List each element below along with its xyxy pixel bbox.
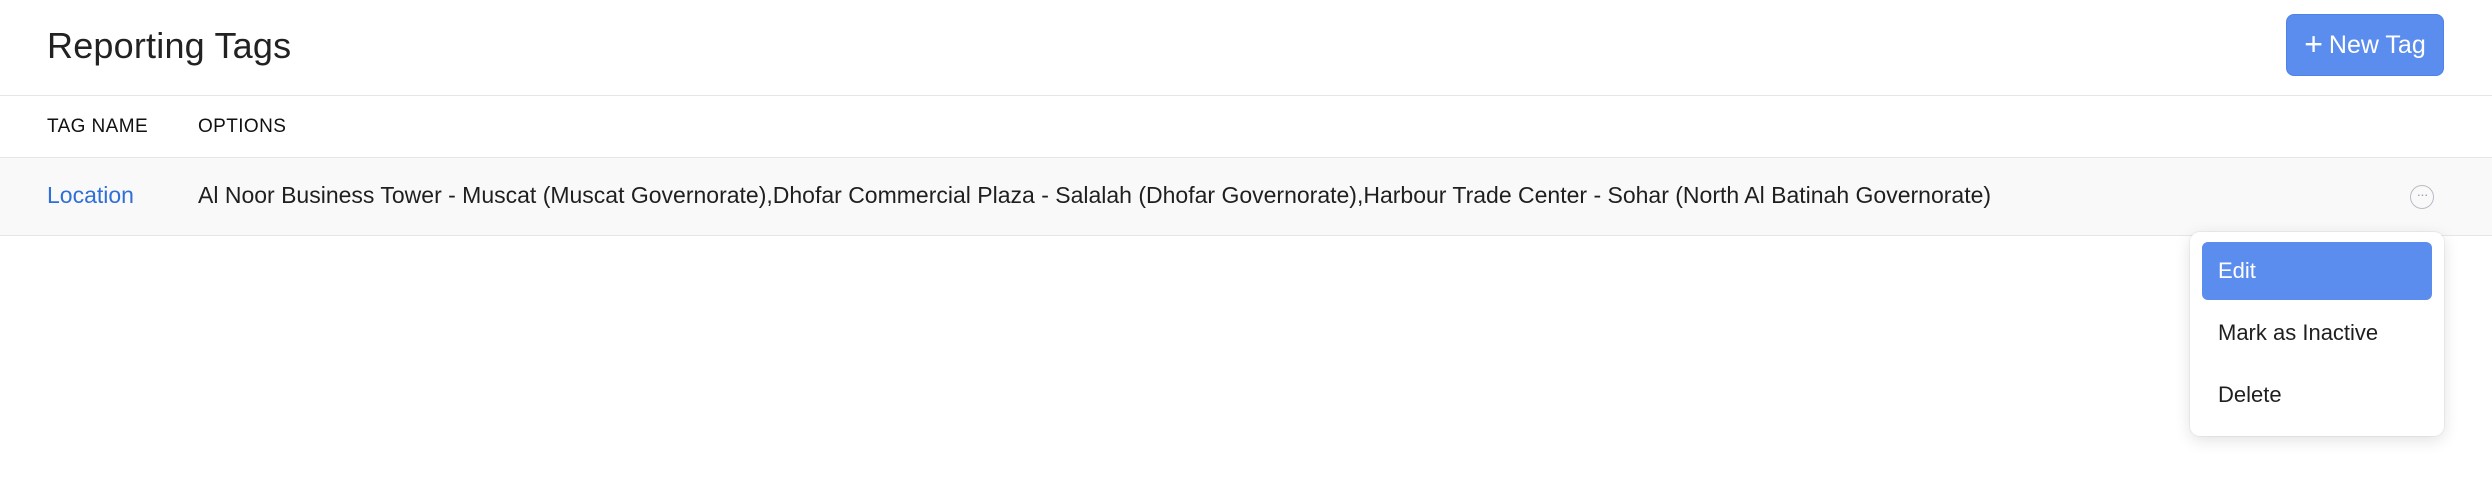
menu-item-mark-inactive[interactable]: Mark as Inactive: [2202, 304, 2432, 362]
plus-icon: +: [2304, 25, 2323, 62]
new-tag-button[interactable]: + New Tag: [2286, 14, 2444, 76]
row-actions-menu: Edit Mark as Inactive Delete: [2190, 232, 2444, 436]
new-tag-button-label: New Tag: [2328, 30, 2426, 59]
menu-item-edit[interactable]: Edit: [2202, 242, 2432, 300]
tag-options-text: Al Noor Business Tower - Muscat (Muscat …: [198, 182, 1992, 208]
page-title: Reporting Tags: [47, 25, 292, 66]
page-header: Reporting Tags + New Tag: [0, 0, 2492, 96]
column-header-options: OPTIONS: [198, 116, 287, 137]
row-actions-button[interactable]: ···: [2410, 185, 2434, 209]
column-header-tag-name: TAG NAME: [47, 116, 149, 137]
table-row: Location Al Noor Business Tower - Muscat…: [0, 158, 2492, 236]
tag-name-link[interactable]: Location: [47, 182, 134, 209]
menu-item-delete[interactable]: Delete: [2202, 366, 2432, 424]
table-header: TAG NAME OPTIONS: [0, 96, 2492, 158]
more-horizontal-icon: ···: [2416, 186, 2429, 202]
